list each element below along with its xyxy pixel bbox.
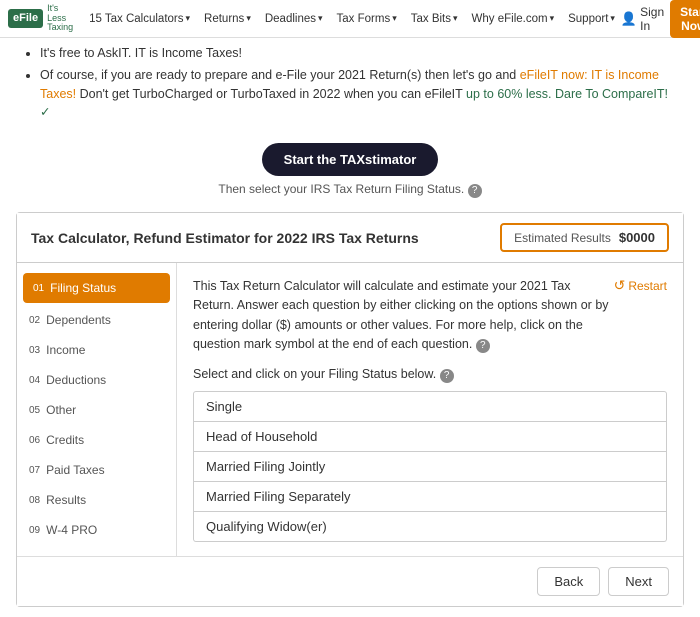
nav-item-returns[interactable]: Returns ▾ xyxy=(198,9,257,29)
results-value: $0000 xyxy=(619,230,655,245)
chevron-down-icon: ▾ xyxy=(318,13,323,24)
nav-item-deadlines[interactable]: Deadlines ▾ xyxy=(259,9,329,29)
sidebar-item-deductions[interactable]: 04 Deductions xyxy=(17,365,176,395)
banner-line1: It's free to AskIT. IT is Income Taxes! xyxy=(40,44,680,63)
nav-item-support[interactable]: Support ▾ xyxy=(562,9,621,29)
cta-subtitle: Then select your IRS Tax Return Filing S… xyxy=(0,182,700,198)
next-button[interactable]: Next xyxy=(608,567,669,596)
chevron-down-icon: ▾ xyxy=(453,13,458,24)
description-help-icon[interactable]: ? xyxy=(476,339,490,353)
nav-item-why-efile[interactable]: Why eFile.com ▾ xyxy=(466,9,561,29)
back-button[interactable]: Back xyxy=(537,567,600,596)
filing-option-single[interactable]: Single xyxy=(193,391,667,422)
calculator-footer: Back Next xyxy=(17,556,683,606)
start-now-button[interactable]: Start Now xyxy=(670,0,700,38)
logo-efile-text: eFile xyxy=(13,12,38,24)
chevron-down-icon: ▾ xyxy=(246,13,251,24)
sidebar-item-results[interactable]: 08 Results xyxy=(17,485,176,515)
sidebar-item-other[interactable]: 05 Other xyxy=(17,395,176,425)
filing-prompt: Select and click on your Filing Status b… xyxy=(193,367,667,383)
navbar: eFile It's Less Taxing 15 Tax Calculator… xyxy=(0,0,700,38)
restart-icon: ↺ xyxy=(614,277,626,294)
nav-right: 👤 Sign In Start Now xyxy=(621,0,700,38)
description-row: ↺ Restart This Tax Return Calculator wil… xyxy=(193,277,667,367)
calculator-section: Tax Calculator, Refund Estimator for 202… xyxy=(16,212,684,607)
help-icon[interactable]: ? xyxy=(468,184,482,198)
chevron-down-icon: ▾ xyxy=(610,13,615,24)
logo-tagline: It's Less Taxing xyxy=(47,4,73,34)
calculator-body: 01 Filing Status 02 Dependents 03 Income… xyxy=(17,263,683,556)
sign-in-button[interactable]: 👤 Sign In xyxy=(621,5,664,33)
calculator-sidebar: 01 Filing Status 02 Dependents 03 Income… xyxy=(17,263,177,556)
results-label: Estimated Results xyxy=(514,231,611,245)
calculator-main: ↺ Restart This Tax Return Calculator wil… xyxy=(177,263,683,556)
site-logo: eFile It's Less Taxing xyxy=(8,4,73,34)
sidebar-item-filing-status[interactable]: 01 Filing Status xyxy=(23,273,170,303)
checkmark-icon: ✓ xyxy=(40,105,50,119)
banner-section: It's free to AskIT. IT is Income Taxes! … xyxy=(0,38,700,135)
sidebar-item-dependents[interactable]: 02 Dependents xyxy=(17,305,176,335)
calculator-title: Tax Calculator, Refund Estimator for 202… xyxy=(31,230,419,246)
nav-item-taxbits[interactable]: Tax Bits ▾ xyxy=(405,9,464,29)
filing-option-head-of-household[interactable]: Head of Household xyxy=(193,422,667,452)
logo-icon: eFile xyxy=(8,9,43,28)
filing-option-qualifying-widow[interactable]: Qualifying Widow(er) xyxy=(193,512,667,542)
nav-item-calculators[interactable]: 15 Tax Calculators ▾ xyxy=(83,9,196,29)
sidebar-item-credits[interactable]: 06 Credits xyxy=(17,425,176,455)
cta-section: Start the TAXstimator Then select your I… xyxy=(0,135,700,202)
sidebar-item-paid-taxes[interactable]: 07 Paid Taxes xyxy=(17,455,176,485)
taxstimator-button[interactable]: Start the TAXstimator xyxy=(262,143,439,176)
sidebar-item-w4pro[interactable]: 09 W-4 PRO xyxy=(17,515,176,545)
banner-line2: Of course, if you are ready to prepare a… xyxy=(40,66,680,122)
filing-options-list: Single Head of Household Married Filing … xyxy=(193,391,667,542)
estimated-results-box: Estimated Results $0000 xyxy=(500,223,669,252)
compare-link[interactable]: up to 60% less. Dare To CompareIT! xyxy=(466,87,668,101)
filing-option-married-jointly[interactable]: Married Filing Jointly xyxy=(193,452,667,482)
filing-option-married-separately[interactable]: Married Filing Separately xyxy=(193,482,667,512)
calculator-header: Tax Calculator, Refund Estimator for 202… xyxy=(17,213,683,263)
chevron-down-icon: ▾ xyxy=(550,13,555,24)
chevron-down-icon: ▾ xyxy=(392,13,397,24)
sidebar-item-income[interactable]: 03 Income xyxy=(17,335,176,365)
calculator-description: This Tax Return Calculator will calculat… xyxy=(193,277,614,355)
chevron-down-icon: ▾ xyxy=(186,13,191,24)
filing-help-icon[interactable]: ? xyxy=(440,369,454,383)
nav-items: 15 Tax Calculators ▾ Returns ▾ Deadlines… xyxy=(83,9,621,29)
restart-button[interactable]: ↺ Restart xyxy=(614,277,667,294)
nav-item-taxforms[interactable]: Tax Forms ▾ xyxy=(331,9,403,29)
